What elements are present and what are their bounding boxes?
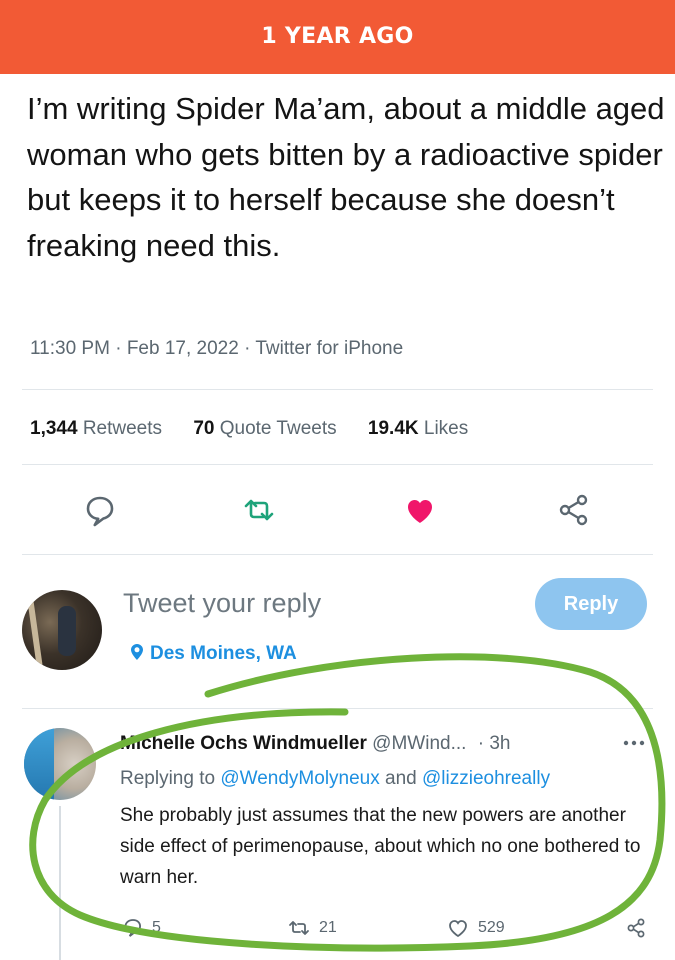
user-avatar[interactable]	[22, 590, 102, 670]
mention-link[interactable]: @lizzieohreally	[422, 768, 550, 789]
replying-to: Replying to @WendyMolyneux and @lizzieoh…	[120, 768, 551, 789]
reply-input[interactable]: Tweet your reply	[123, 588, 321, 619]
share-icon[interactable]	[552, 488, 596, 532]
tweet-date[interactable]: Feb 17, 2022	[127, 338, 239, 359]
divider	[22, 708, 653, 709]
reply-button[interactable]: Reply	[535, 578, 647, 630]
commenter-name[interactable]: Michelle Ochs Windmueller	[120, 733, 367, 754]
retweet-icon	[289, 921, 309, 935]
retweet-icon[interactable]	[237, 488, 281, 532]
divider	[22, 554, 653, 555]
location-pin-icon	[131, 644, 143, 660]
comment-icon[interactable]	[78, 488, 122, 532]
comment-time: 3h	[489, 733, 511, 754]
tweet-text: I’m writing Spider Ma’am, about a middle…	[27, 91, 665, 263]
comment-text: She probably just assumes that the new p…	[120, 805, 641, 888]
divider	[22, 389, 653, 390]
heart-icon[interactable]	[398, 488, 442, 532]
mention-link[interactable]: @WendyMolyneux	[220, 768, 379, 789]
comment-share-action[interactable]	[624, 910, 656, 946]
commenter-avatar[interactable]	[24, 728, 96, 800]
share-icon	[627, 918, 645, 938]
comment-reply-action[interactable]: 5	[122, 910, 161, 946]
heart-outline-icon	[449, 920, 467, 938]
comment-like-action[interactable]: 529	[446, 910, 505, 946]
comment-header: Michelle Ochs Windmueller @MWind... · 3h	[120, 733, 511, 754]
quote-tweets-stat[interactable]: 70 Quote Tweets	[193, 418, 336, 439]
location-tag[interactable]: Des Moines, WA	[130, 643, 297, 665]
more-options-icon[interactable]	[622, 735, 646, 751]
tweet-stats: 1,344 Retweets 70 Quote Tweets 19.4K Lik…	[30, 418, 494, 440]
memory-banner: 1 YEAR AGO	[0, 0, 675, 74]
tweet-source[interactable]: Twitter for iPhone	[255, 338, 403, 359]
comment-actions: 5 21 529	[0, 910, 675, 946]
tweet-meta: 11:30 PM · Feb 17, 2022 · Twitter for iP…	[30, 338, 404, 359]
commenter-handle[interactable]: @MWind...	[372, 733, 466, 754]
tweet-time[interactable]: 11:30 PM	[30, 338, 110, 359]
tweet-actions	[0, 488, 675, 532]
comment-icon	[124, 919, 142, 937]
retweets-stat[interactable]: 1,344 Retweets	[30, 418, 162, 439]
comment-retweet-action[interactable]: 21	[287, 910, 337, 946]
likes-stat[interactable]: 19.4K Likes	[368, 418, 468, 439]
divider	[22, 464, 653, 465]
